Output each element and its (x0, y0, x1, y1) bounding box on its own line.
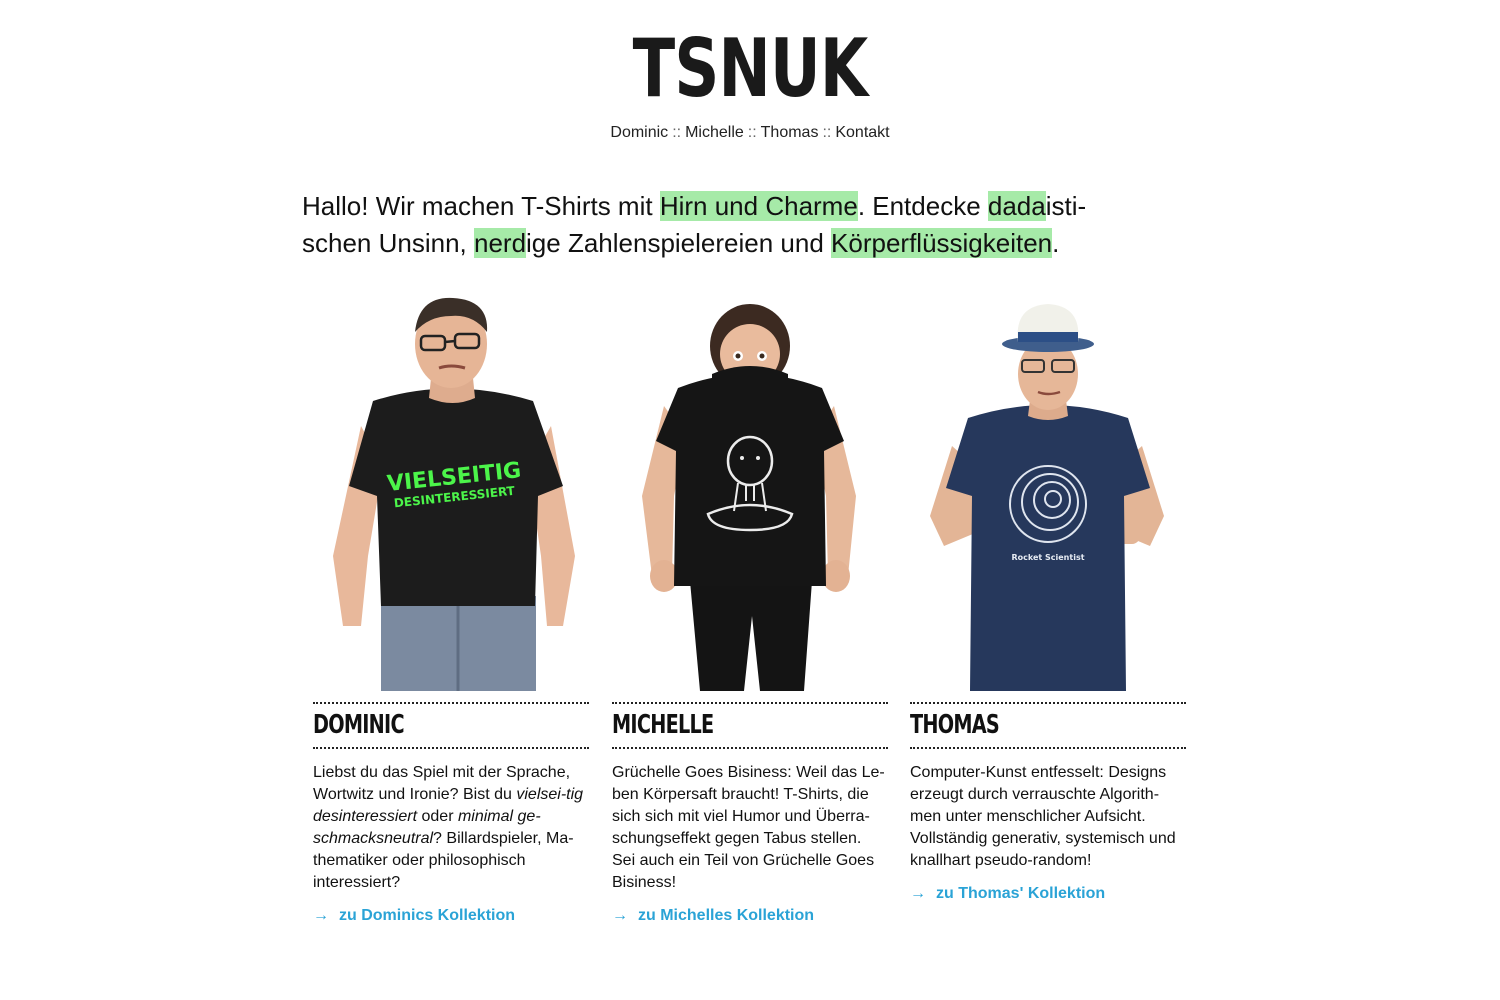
photo-thomas[interactable]: Rocket Scientist (910, 296, 1186, 691)
intro-segment: isti- (1045, 191, 1087, 221)
nav-link-michelle[interactable]: Michelle (685, 124, 744, 141)
person-card-michelle: Michelle Grüchelle Goes Bisiness: Weil d… (612, 296, 888, 927)
intro-segment: schen Unsinn, (302, 228, 474, 258)
nav-link-thomas[interactable]: Thomas (761, 124, 819, 141)
intro-segment: ige Zahlenspielereien und (526, 228, 832, 258)
nav-separator: :: (822, 124, 832, 141)
arrow-right-icon: → (910, 885, 926, 902)
photo-michelle[interactable] (612, 296, 888, 691)
thomas-illustration: Rocket Scientist (930, 304, 1164, 691)
main-nav: Dominic:: Michelle:: Thomas:: Kontakt (0, 122, 1500, 144)
person-name: Dominic (313, 710, 405, 740)
intro-text: Hallo! Wir machen T-Shirts mit Hirn und … (302, 188, 1182, 262)
site-logo[interactable]: TSNUK (165, 24, 1335, 114)
intro-highlight: Körperflüssigkeiten (831, 228, 1053, 258)
person-description: Computer-Kunst entfesselt: Designs erzeu… (910, 764, 1176, 869)
collection-link-label: zu Michelles Kollektion (638, 907, 815, 924)
nav-link-kontakt[interactable]: Kontakt (835, 124, 889, 141)
nav-separator: :: (747, 124, 757, 141)
intro-segment: . (1052, 228, 1060, 258)
name-block: Dominic (313, 702, 589, 749)
intro-segment: Hallo! Wir machen T-Shirts mit (302, 191, 660, 221)
person-name: Thomas (910, 710, 1000, 740)
intro-highlight: dada (987, 191, 1046, 221)
intro-highlight: nerd (473, 228, 527, 258)
desc-segment: oder (417, 808, 458, 825)
intro-highlight: Hirn und Charme (659, 191, 858, 221)
collection-link-michelle[interactable]: → zu Michelles Kollektion (612, 905, 888, 927)
arrow-right-icon: → (313, 907, 329, 924)
nav-link-dominic[interactable]: Dominic (610, 124, 668, 141)
name-block: Thomas (910, 702, 1186, 749)
michelle-illustration (642, 304, 856, 691)
person-description: Grüchelle Goes Bisiness: Weil das Le-ben… (612, 764, 885, 891)
dominic-illustration: VIELSEITIG DESINTERESSIERT (333, 297, 575, 691)
person-card-thomas: Rocket Scientist Thomas Computer-Kunst e… (910, 296, 1186, 905)
person-name: Michelle (612, 710, 714, 740)
name-block: Michelle (612, 702, 888, 749)
collection-link-thomas[interactable]: → zu Thomas' Kollektion (910, 883, 1186, 905)
nav-separator: :: (672, 124, 682, 141)
person-description: Liebst du das Spiel mit der Sprache, Wor… (313, 762, 589, 894)
intro-segment: . Entdecke (857, 191, 988, 221)
collection-link-dominic[interactable]: → zu Dominics Kollektion (313, 905, 589, 927)
person-card-dominic: VIELSEITIG DESINTERESSIERT Dominic Liebs… (313, 296, 589, 927)
collection-link-label: zu Dominics Kollektion (339, 907, 516, 924)
collection-link-label: zu Thomas' Kollektion (936, 885, 1106, 902)
photo-dominic[interactable]: VIELSEITIG DESINTERESSIERT (313, 296, 589, 691)
shirt-print-text: Rocket Scientist (1011, 553, 1084, 562)
arrow-right-icon: → (612, 907, 628, 924)
